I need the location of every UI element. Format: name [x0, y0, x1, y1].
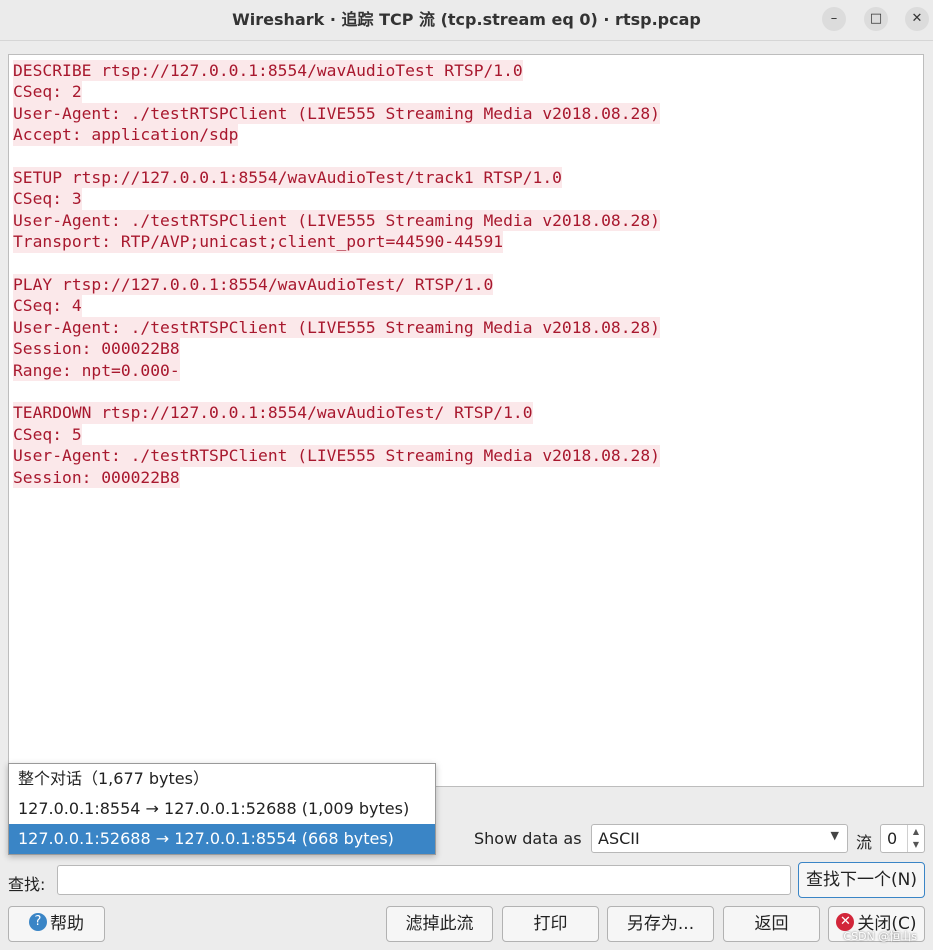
stream-line: Session: 000022B8	[13, 466, 180, 489]
show-data-as-select[interactable]: ASCII ▼	[591, 824, 848, 853]
stream-content-view[interactable]: DESCRIBE rtsp://127.0.0.1:8554/wavAudioT…	[8, 54, 924, 787]
stream-line: TEARDOWN rtsp://127.0.0.1:8554/wavAudioT…	[13, 402, 533, 424]
conversation-dropdown-list[interactable]: 整个对话（1,677 bytes） 127.0.0.1:8554 → 127.0.…	[8, 763, 436, 855]
title-bar: Wireshark · 追踪 TCP 流 (tcp.stream eq 0) ·…	[0, 0, 933, 41]
help-button-label: 帮助	[50, 914, 84, 934]
back-button[interactable]: 返回	[723, 906, 820, 942]
stream-line: CSeq: 5	[13, 423, 82, 446]
close-icon[interactable]: ✕	[905, 7, 929, 31]
request-block: TEARDOWN rtsp://127.0.0.1:8554/wavAudioT…	[13, 402, 919, 489]
print-button[interactable]: 打印	[502, 906, 599, 942]
help-icon: ?	[29, 913, 47, 931]
find-next-button[interactable]: 查找下一个(N)	[798, 862, 925, 898]
request-block: SETUP rtsp://127.0.0.1:8554/wavAudioTest…	[13, 167, 919, 253]
stream-line: User-Agent: ./testRTSPClient (LIVE555 St…	[13, 445, 660, 467]
chevron-down-icon: ▼	[830, 829, 839, 842]
window-title: Wireshark · 追踪 TCP 流 (tcp.stream eq 0) ·…	[232, 10, 701, 29]
find-input[interactable]	[57, 865, 791, 895]
stream-line: Accept: application/sdp	[13, 124, 239, 146]
stream-line: User-Agent: ./testRTSPClient (LIVE555 St…	[13, 209, 660, 232]
watermark: CSDN @恒山s	[843, 930, 917, 943]
stream-line: CSeq: 3	[13, 188, 82, 210]
stream-line: Session: 000022B8	[13, 338, 180, 360]
stream-line: SETUP rtsp://127.0.0.1:8554/wavAudioTest…	[13, 167, 562, 189]
conversation-option[interactable]: 整个对话（1,677 bytes）	[9, 764, 435, 794]
spin-arrows-icon[interactable]: ▲ ▼	[907, 825, 924, 852]
stream-label: 流	[856, 833, 873, 852]
show-data-as-label: Show data as	[474, 829, 582, 848]
request-block: PLAY rtsp://127.0.0.1:8554/wavAudioTest/…	[13, 274, 919, 382]
show-data-as-value: ASCII	[598, 829, 640, 848]
stream-line: CSeq: 4	[13, 295, 82, 317]
stream-line: User-Agent: ./testRTSPClient (LIVE555 St…	[13, 102, 660, 125]
conversation-option[interactable]: 127.0.0.1:52688 → 127.0.0.1:8554 (668 by…	[9, 824, 435, 854]
conversation-option[interactable]: 127.0.0.1:8554 → 127.0.0.1:52688 (1,009 …	[9, 794, 435, 824]
help-button[interactable]: ? 帮助	[8, 906, 105, 942]
stream-line: Transport: RTP/AVP;unicast;client_port=4…	[13, 231, 504, 253]
stream-number-spinbox[interactable]: 0 ▲ ▼	[880, 824, 925, 853]
find-label: 查找:	[8, 875, 46, 894]
minimize-icon[interactable]: –	[822, 7, 846, 31]
stream-line: PLAY rtsp://127.0.0.1:8554/wavAudioTest/…	[13, 274, 494, 296]
stream-line: User-Agent: ./testRTSPClient (LIVE555 St…	[13, 316, 660, 339]
save-as-button[interactable]: 另存为...	[607, 906, 714, 942]
stream-line: DESCRIBE rtsp://127.0.0.1:8554/wavAudioT…	[13, 60, 523, 82]
filter-out-stream-button[interactable]: 滤掉此流	[386, 906, 493, 942]
maximize-icon[interactable]: □	[864, 7, 888, 31]
request-block: DESCRIBE rtsp://127.0.0.1:8554/wavAudioT…	[13, 60, 919, 146]
stream-line: CSeq: 2	[13, 81, 82, 103]
stream-number-value: 0	[887, 829, 898, 848]
stream-line: Range: npt=0.000-	[13, 359, 180, 382]
